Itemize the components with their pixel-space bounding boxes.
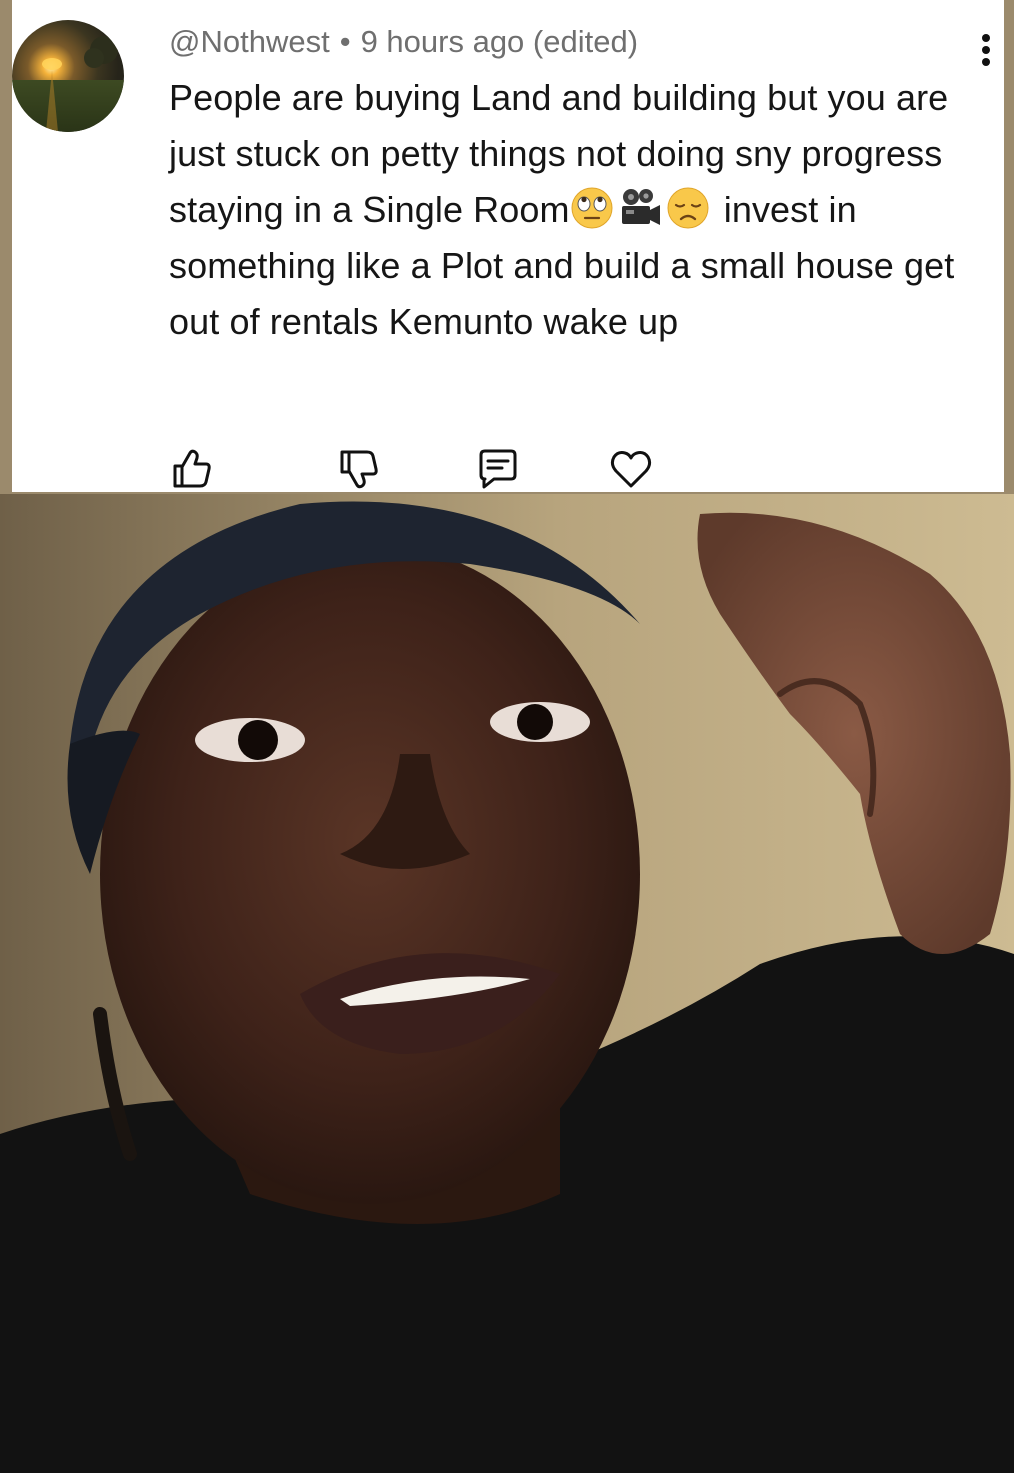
disappointed-face-emoji bbox=[667, 187, 709, 229]
comment-actions bbox=[169, 446, 669, 492]
video-frame bbox=[0, 494, 1014, 1473]
rolling-eyes-emoji bbox=[571, 187, 613, 229]
heart-icon[interactable] bbox=[608, 446, 654, 492]
comment-text: People are buying Land and building but … bbox=[169, 70, 984, 350]
comment-meta: @Nothwest • 9 hours ago (edited) bbox=[169, 24, 638, 60]
more-options-button[interactable] bbox=[974, 34, 998, 74]
username[interactable]: @Nothwest bbox=[169, 24, 330, 59]
more-dot-icon bbox=[982, 58, 990, 66]
comment-card: @Nothwest • 9 hours ago (edited) People ar… bbox=[12, 0, 1004, 492]
video-camera-emoji bbox=[621, 189, 660, 225]
thumbs-down-icon[interactable] bbox=[336, 446, 382, 492]
comment-icon[interactable] bbox=[474, 446, 520, 492]
timestamp: 9 hours ago (edited) bbox=[360, 24, 639, 59]
more-dot-icon bbox=[982, 34, 990, 42]
avatar-image bbox=[12, 20, 124, 132]
avatar[interactable] bbox=[12, 20, 124, 132]
more-dot-icon bbox=[982, 46, 990, 54]
meta-separator: • bbox=[339, 24, 351, 59]
video-frame-image bbox=[0, 494, 1014, 1473]
thumbs-up-icon[interactable] bbox=[169, 446, 215, 492]
